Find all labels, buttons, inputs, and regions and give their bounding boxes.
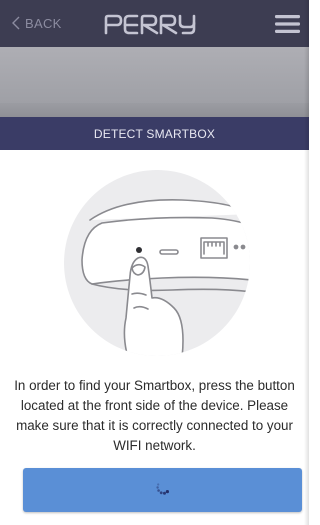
instruction-text: In order to find your Smartbox, press th… — [14, 378, 295, 453]
app-screen: BACK DETECT SMARTBOX In order to find yo… — [0, 0, 309, 525]
back-button[interactable]: BACK — [12, 13, 62, 33]
header-band — [0, 47, 309, 103]
top-nav-bar: BACK — [0, 0, 309, 47]
detect-smartbox-button[interactable] — [23, 468, 302, 512]
chevron-left-icon — [12, 16, 25, 30]
brand-logo — [103, 13, 198, 35]
hamburger-menu-button[interactable] — [274, 13, 301, 35]
back-label: BACK — [25, 15, 62, 31]
section-title: DETECT SMARTBOX — [93, 126, 216, 141]
section-title-bar: DETECT SMARTBOX — [0, 117, 309, 150]
loading-spinner-icon — [155, 480, 171, 501]
smartbox-button-press-illustration — [62, 168, 252, 358]
hamburger-menu-icon — [274, 15, 301, 39]
band-divider — [0, 103, 309, 117]
